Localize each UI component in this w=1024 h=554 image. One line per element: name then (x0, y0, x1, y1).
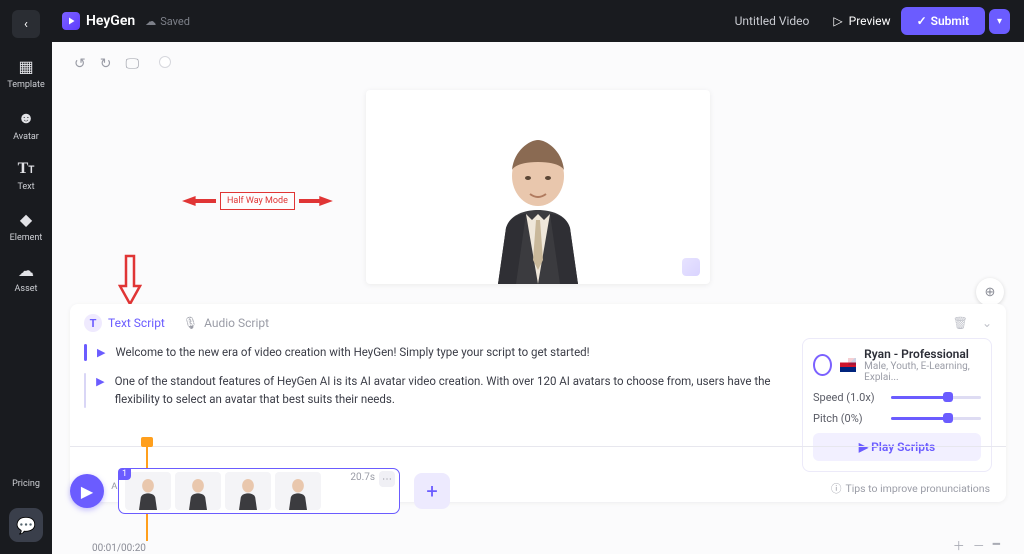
zoom-in-button[interactable]: ＋ (953, 537, 965, 554)
sidebar-item-text[interactable]: TT Text (0, 151, 52, 201)
sidebar-item-label: Template (7, 80, 44, 90)
clip-duration: 20.7s (350, 472, 375, 483)
sidebar-item-element[interactable]: ◆ Element (0, 201, 52, 252)
sidebar-item-label: Pricing (12, 479, 40, 489)
top-bar: HeyGen ☁ Saved Untitled Video ▷ Preview … (52, 0, 1024, 42)
left-sidebar: ‹ ▦ Template ☻ Avatar TT Text ◆ Element … (0, 0, 52, 554)
video-title[interactable]: Untitled Video (735, 14, 810, 28)
pitch-label: Pitch (0%) (813, 412, 863, 425)
pitch-slider[interactable] (891, 417, 981, 420)
zoom-out-button[interactable]: － (973, 537, 985, 554)
cloud-icon: ☁ (145, 15, 156, 28)
play-icon: ▶ (81, 482, 93, 501)
element-icon: ◆ (20, 210, 32, 229)
play-outline-icon: ▷ (833, 14, 842, 28)
clip-thumb (175, 472, 221, 510)
script-text[interactable]: One of the standout features of HeyGen A… (115, 373, 788, 408)
work-area: ↺ ↻ 🖵 (52, 42, 1024, 554)
template-icon: ▦ (18, 57, 33, 76)
submit-button[interactable]: ✓ Submit (901, 7, 985, 35)
sidebar-item-label: Text (17, 182, 34, 192)
brand-name: HeyGen (86, 13, 135, 29)
annotation-arrow-down (118, 254, 142, 306)
delete-button[interactable]: 🗑 (953, 316, 968, 330)
script-text[interactable]: Welcome to the new era of video creation… (115, 344, 589, 361)
brand-logo-icon (62, 12, 80, 30)
sidebar-item-label: Avatar (13, 132, 39, 142)
sidebar-item-template[interactable]: ▦ Template (0, 48, 52, 99)
tab-text-script[interactable]: T Text Script (84, 314, 165, 332)
help-chat-button[interactable]: 💬 (9, 508, 43, 542)
speed-slider[interactable] (891, 396, 981, 399)
voice-avatar-icon[interactable] (813, 354, 832, 376)
record-indicator (159, 56, 171, 68)
magnifier-icon: ⊕ (985, 285, 996, 300)
sidebar-item-label: Asset (15, 284, 38, 294)
clip-index: 1 (118, 468, 131, 480)
sidebar-item-asset[interactable]: ☁ Asset (0, 252, 52, 303)
avatar-icon: ☻ (18, 108, 35, 128)
microphone-icon: 🎙 (183, 316, 198, 330)
sidebar-item-pricing[interactable]: Pricing (0, 466, 52, 498)
brand: HeyGen (62, 12, 135, 30)
flag-uk-icon (840, 358, 856, 372)
tab-audio-script[interactable]: 🎙 Audio Script (183, 316, 269, 330)
video-canvas[interactable] (366, 90, 710, 284)
clip-options-button[interactable]: ⋯ (379, 471, 395, 487)
time-position: 00:01/00:20 (92, 543, 146, 554)
submit-options-button[interactable]: ▾ (989, 9, 1010, 34)
script-line[interactable]: ▶ One of the standout features of HeyGen… (84, 367, 788, 414)
timeline-play-button[interactable]: ▶ (70, 474, 104, 508)
voice-desc: Male, Youth, E-Learning, Explai... (864, 361, 981, 383)
speed-label: Speed (1.0x) (813, 391, 875, 404)
chevron-down-icon: ▾ (997, 16, 1002, 27)
text-icon: TT (18, 160, 35, 178)
clip-thumb (125, 472, 171, 510)
zoom-slider[interactable]: ━ (993, 537, 1000, 554)
check-icon: ✓ (917, 14, 927, 28)
voice-name[interactable]: Ryan - Professional (864, 347, 981, 361)
canvas-toolbar: ↺ ↻ 🖵 (74, 56, 171, 72)
timeline-ruler[interactable] (70, 446, 1006, 460)
chevron-left-icon: ‹ (24, 17, 28, 32)
zoom-button[interactable]: ⊕ (976, 278, 1004, 306)
sidebar-item-label: Element (10, 233, 43, 243)
sidebar-item-avatar[interactable]: ☻ Avatar (0, 99, 52, 151)
undo-button[interactable]: ↺ (74, 56, 86, 72)
chat-icon: 💬 (16, 516, 36, 535)
clip-thumb (275, 472, 321, 510)
device-preview-button[interactable]: 🖵 (125, 56, 139, 72)
annotation-halfway: Half Way Mode (182, 192, 333, 210)
collapse-button[interactable]: ⌄ (982, 316, 992, 330)
save-status: ☁ Saved (145, 15, 190, 28)
back-button[interactable]: ‹ (12, 10, 40, 38)
preview-button[interactable]: ▷ Preview (823, 8, 900, 34)
script-line[interactable]: ▶ Welcome to the new era of video creati… (84, 338, 788, 367)
play-line-button[interactable]: ▶ (97, 346, 105, 359)
asset-icon: ☁ (18, 261, 34, 280)
watermark-icon (682, 258, 700, 276)
redo-button[interactable]: ↻ (100, 56, 112, 72)
timeline: ▶ 1 20.7s ⋯ + 00:01/00:20 (70, 446, 1006, 554)
play-line-button[interactable]: ▶ (96, 375, 104, 388)
text-icon: T (84, 314, 102, 332)
clip-thumb (225, 472, 271, 510)
add-clip-button[interactable]: + (414, 473, 450, 509)
plus-icon: + (426, 479, 437, 503)
avatar-preview (478, 124, 598, 284)
timeline-clip[interactable]: 1 20.7s ⋯ (118, 468, 400, 514)
